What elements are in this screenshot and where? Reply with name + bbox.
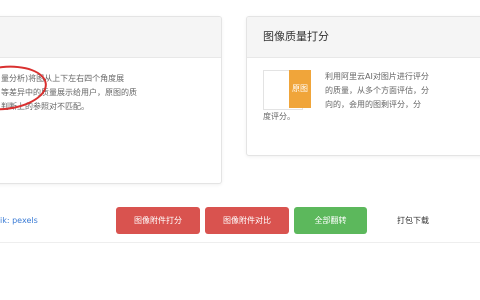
flip-all-button[interactable]: 全部翻转: [294, 207, 367, 234]
divider: [0, 242, 480, 243]
quality-analysis-card-header: [0, 17, 221, 58]
description-line-4: 度评分。: [263, 112, 295, 121]
download-package-button[interactable]: 打包下载: [378, 207, 448, 234]
quality-analysis-card-body: 量分析)将图从上下左右四个角度展 等差异中的质量展示给用户，原图的质 判断上的参…: [0, 58, 221, 115]
quality-analysis-card: 量分析)将图从上下左右四个角度展 等差异中的质量展示给用户，原图的质 判断上的参…: [0, 16, 222, 184]
source-link[interactable]: ik: pexels: [0, 216, 38, 225]
analyze-image-button[interactable]: 图像附件打分: [116, 207, 200, 234]
compare-image-button[interactable]: 图像附件对比: [205, 207, 289, 234]
description-line-2: 的质量，从多个方面评估，分: [325, 86, 429, 95]
description-line-3: 向的，会用的图剩评分，分: [325, 100, 421, 109]
description-line-1: 利用阿里云AI对图片进行评分: [325, 72, 429, 81]
image-quality-score-body: 原图 利用阿里云AI对图片进行评分 的质量，从多个方面评估，分 向的，会用的图剩…: [247, 58, 480, 154]
image-quality-score-card: 图像质量打分 原图 利用阿里云AI对图片进行评分 的质量，从多个方面评估，分 向…: [246, 16, 480, 156]
image-quality-description: 利用阿里云AI对图片进行评分 的质量，从多个方面评估，分 向的，会用的图剩评分，…: [325, 70, 480, 112]
image-quality-score-title: 图像质量打分: [247, 17, 480, 58]
original-image-tag: 原图: [289, 70, 311, 108]
description-line-3: 判断上的参照对不匹配。: [1, 102, 89, 111]
